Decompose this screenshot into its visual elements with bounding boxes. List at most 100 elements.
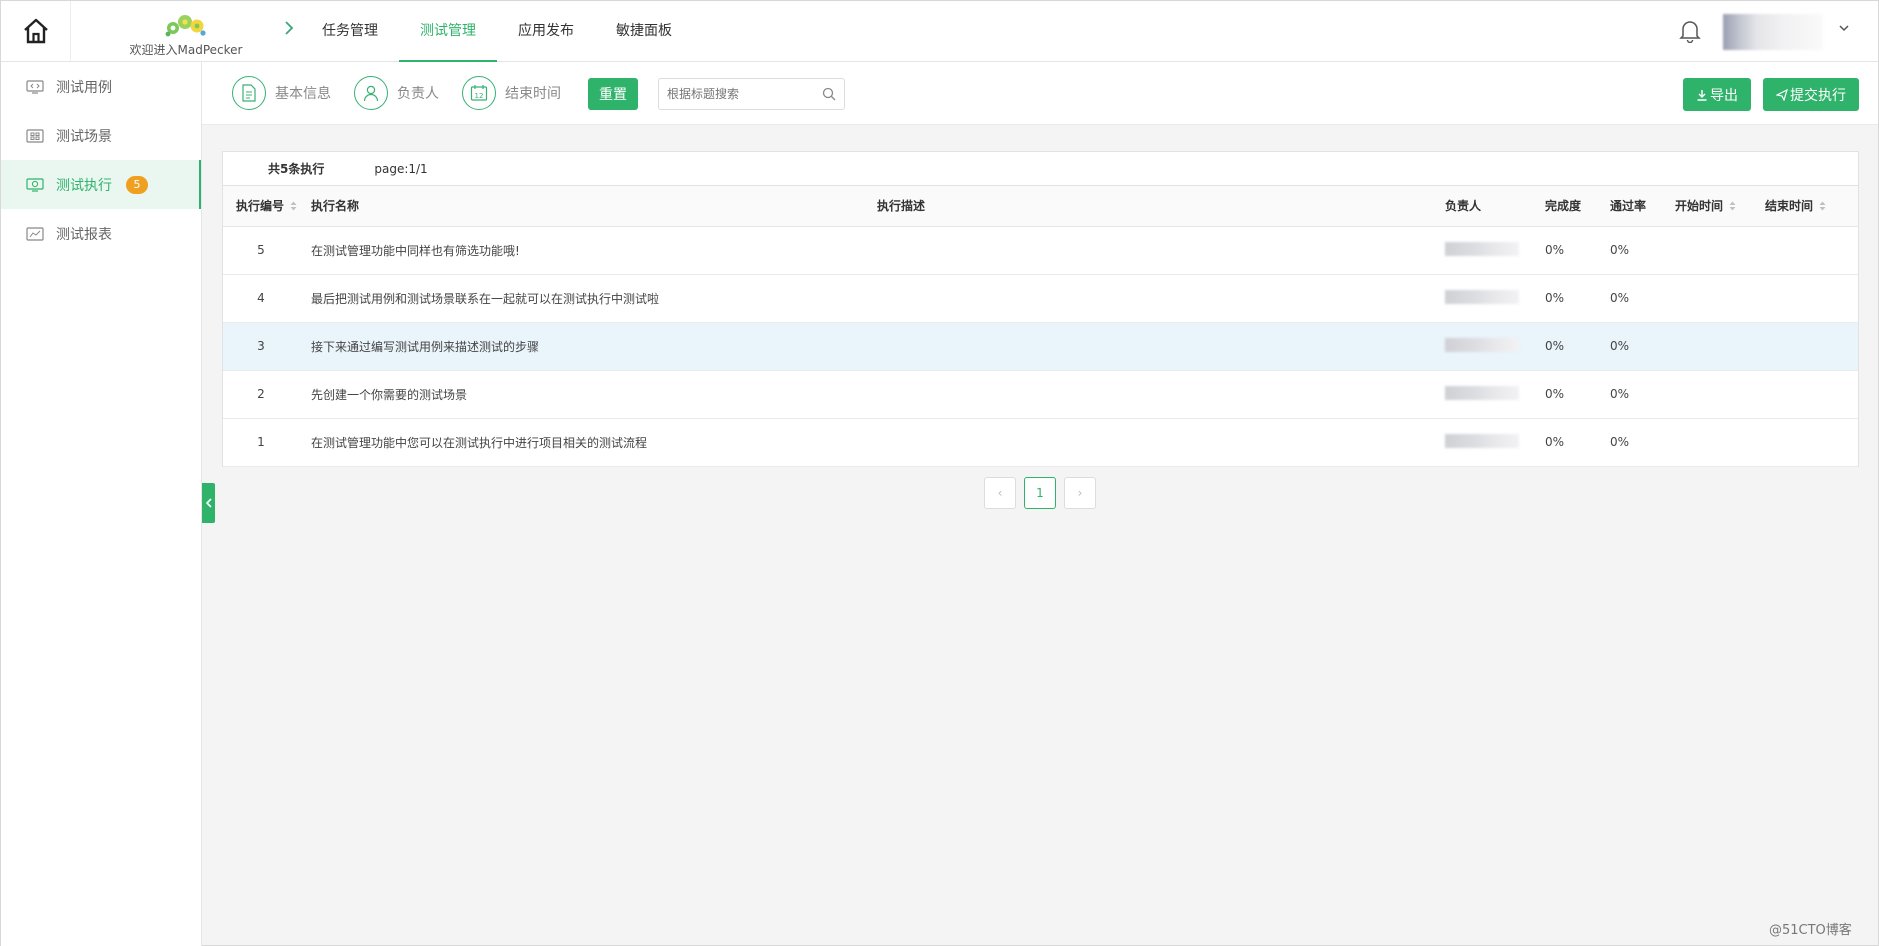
filter-basic-info[interactable]: 基本信息 [232, 76, 331, 110]
filter-owner-label: 负责人 [397, 86, 439, 102]
page-1-button[interactable]: 1 [1024, 477, 1056, 509]
cell-desc [877, 418, 1445, 467]
sidebar-item-label: 测试用例 [56, 79, 112, 96]
cell-id: 2 [223, 370, 311, 419]
document-icon [232, 76, 266, 110]
cell-start-time [1675, 418, 1765, 467]
cell-owner [1445, 226, 1545, 275]
run-monitor-icon [26, 177, 44, 192]
cell-pass-rate: 0% [1610, 274, 1675, 323]
cell-end-time [1765, 370, 1858, 419]
execution-table-panel: 共5条执行 page:1/1 执行编号 执行名称 执行描述 负责人 完成度 通过… [222, 151, 1859, 467]
home-button[interactable] [1, 1, 71, 61]
app-frame: 欢迎进入MadPecker 任务管理 测试管理 应用发布 敏捷面板 测试用例 测… [0, 0, 1879, 946]
cell-pass-rate: 0% [1610, 322, 1675, 371]
search-box [658, 78, 845, 110]
cell-completion: 0% [1545, 322, 1610, 371]
send-icon [1776, 88, 1788, 101]
cell-desc [877, 370, 1445, 419]
table-row[interactable]: 3 接下来通过编写测试用例来描述测试的步骤 0% 0% [223, 322, 1858, 371]
search-input[interactable] [659, 79, 809, 109]
owner-avatar-blurred [1445, 337, 1519, 352]
cell-owner [1445, 322, 1545, 371]
cell-pass-rate: 0% [1610, 418, 1675, 467]
export-button[interactable]: 导出 [1683, 78, 1751, 111]
cell-owner [1445, 370, 1545, 419]
cell-name[interactable]: 最后把测试用例和测试场景联系在一起就可以在测试执行中测试啦 [311, 274, 877, 323]
nav-test-management[interactable]: 测试管理 [399, 1, 497, 62]
filter-basic-info-label: 基本信息 [275, 86, 331, 102]
sidebar-item-test-reports[interactable]: 测试报表 [1, 209, 201, 258]
col-start-time[interactable]: 开始时间 [1675, 186, 1765, 227]
cell-id: 3 [223, 322, 311, 371]
chevron-down-icon[interactable] [1838, 22, 1850, 37]
col-id[interactable]: 执行编号 [223, 186, 311, 227]
cell-id: 4 [223, 274, 311, 323]
sidebar-item-label: 测试场景 [56, 128, 112, 145]
table-row[interactable]: 2 先创建一个你需要的测试场景 0% 0% [223, 370, 1858, 419]
table-row[interactable]: 4 最后把测试用例和测试场景联系在一起就可以在测试执行中测试啦 0% 0% [223, 274, 1858, 323]
cell-desc [877, 322, 1445, 371]
svg-text:12: 12 [475, 92, 484, 100]
sidebar-item-label: 测试执行 [56, 177, 112, 194]
nav-agile-board[interactable]: 敏捷面板 [595, 1, 693, 62]
cell-owner [1445, 274, 1545, 323]
sidebar: 测试用例 测试场景 测试执行 5 测试报表 [1, 62, 202, 946]
col-completion: 完成度 [1545, 186, 1610, 227]
cell-pass-rate: 0% [1610, 226, 1675, 275]
logo-flowers-icon [121, 11, 251, 39]
col-name: 执行名称 [311, 186, 877, 227]
table-header-row: 执行编号 执行名称 执行描述 负责人 完成度 通过率 开始时间 结束时间 [223, 186, 1858, 227]
calendar-icon: 12 [462, 76, 496, 110]
owner-avatar-blurred [1445, 241, 1519, 256]
cell-start-time [1675, 322, 1765, 371]
cell-completion: 0% [1545, 418, 1610, 467]
sidebar-item-test-execution[interactable]: 测试执行 5 [1, 160, 201, 209]
cell-name[interactable]: 在测试管理功能中您可以在测试执行中进行项目相关的测试流程 [311, 418, 877, 467]
filter-end-time-label: 结束时间 [505, 86, 561, 102]
search-icon[interactable] [822, 87, 836, 105]
cell-end-time [1765, 226, 1858, 275]
cell-id: 1 [223, 418, 311, 467]
sidebar-item-test-scenes[interactable]: 测试场景 [1, 111, 201, 160]
cell-end-time [1765, 322, 1858, 371]
nav-task-management[interactable]: 任务管理 [301, 1, 399, 62]
prev-page-button[interactable]: ‹ [984, 477, 1016, 509]
export-label: 导出 [1710, 87, 1738, 104]
sort-icon[interactable] [290, 200, 297, 214]
sidebar-collapse-button[interactable] [202, 483, 215, 523]
cell-completion: 0% [1545, 274, 1610, 323]
pagination: ‹ 1 › [984, 477, 1096, 509]
execution-table: 执行编号 执行名称 执行描述 负责人 完成度 通过率 开始时间 结束时间 5 在… [223, 186, 1858, 467]
table-row[interactable]: 1 在测试管理功能中您可以在测试执行中进行项目相关的测试流程 0% 0% [223, 418, 1858, 467]
code-monitor-icon [26, 79, 44, 94]
submit-execution-button[interactable]: 提交执行 [1763, 78, 1859, 111]
cell-desc [877, 226, 1445, 275]
user-icon [354, 76, 388, 110]
cell-name[interactable]: 在测试管理功能中同样也有筛选功能哦! [311, 226, 877, 275]
nav-app-release[interactable]: 应用发布 [497, 1, 595, 62]
owner-avatar-blurred [1445, 433, 1519, 448]
cell-name[interactable]: 接下来通过编写测试用例来描述测试的步骤 [311, 322, 877, 371]
next-page-button[interactable]: › [1064, 477, 1096, 509]
chevron-left-icon [205, 498, 212, 508]
filter-end-time[interactable]: 12 结束时间 [462, 76, 561, 110]
reset-button[interactable]: 重置 [588, 78, 638, 110]
user-avatar[interactable] [1723, 14, 1823, 50]
welcome-text: 欢迎进入MadPecker [129, 43, 243, 57]
sidebar-item-test-cases[interactable]: 测试用例 [1, 62, 201, 111]
table-row[interactable]: 5 在测试管理功能中同样也有筛选功能哦! 0% 0% [223, 226, 1858, 275]
filter-owner[interactable]: 负责人 [354, 76, 439, 110]
cell-start-time [1675, 274, 1765, 323]
sort-icon[interactable] [1729, 200, 1736, 214]
submit-label: 提交执行 [1790, 87, 1846, 104]
col-desc: 执行描述 [877, 186, 1445, 227]
bell-icon[interactable] [1679, 19, 1701, 47]
col-end-time[interactable]: 结束时间 [1765, 186, 1858, 227]
filter-bar: 基本信息 负责人 12 结束时间 重置 导出 提交执行 [202, 62, 1878, 125]
owner-avatar-blurred [1445, 385, 1519, 400]
sort-icon[interactable] [1819, 200, 1826, 214]
owner-avatar-blurred [1445, 289, 1519, 304]
watermark-text: @51CTO博客 [1769, 923, 1852, 938]
cell-name[interactable]: 先创建一个你需要的测试场景 [311, 370, 877, 419]
